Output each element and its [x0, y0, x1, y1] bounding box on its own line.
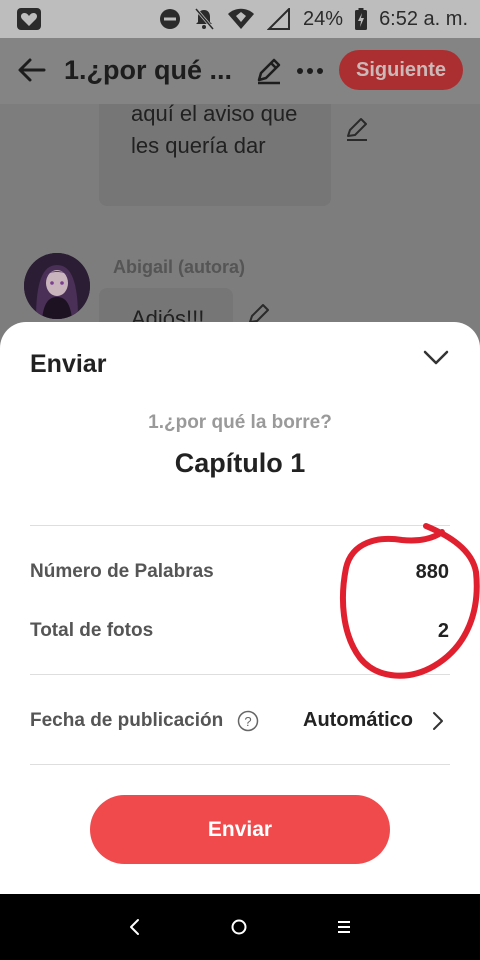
photos-value: 2 — [437, 620, 449, 642]
wifi-icon — [228, 8, 255, 29]
clock: 6:52 a. m. — [379, 7, 468, 30]
divider — [30, 674, 450, 675]
battery-percentage: 24% — [303, 7, 344, 30]
sheet-title: Enviar — [30, 350, 107, 378]
word-count-value: 880 — [415, 561, 449, 583]
chat-area: aquí el aviso que les quería dar Abigail… — [0, 104, 480, 334]
more-dots-icon[interactable] — [296, 66, 324, 76]
divider — [30, 525, 450, 526]
app-notification-icon — [17, 8, 41, 30]
message-text: aquí el aviso que les quería dar — [131, 104, 298, 158]
chapter-name: Capítulo 1 — [174, 448, 306, 478]
notifications-muted-icon — [194, 8, 215, 30]
svg-text:?: ? — [244, 714, 251, 729]
chevron-down-icon[interactable] — [420, 344, 452, 372]
battery-charging-icon — [355, 8, 368, 30]
pencil-icon[interactable] — [254, 55, 284, 85]
nav-home-icon[interactable] — [226, 914, 252, 940]
status-bar: 24% 6:52 a. m. — [0, 0, 480, 38]
chevron-right-icon[interactable] — [430, 710, 446, 732]
do-not-disturb-icon — [160, 9, 181, 29]
system-nav-bar — [0, 894, 480, 960]
avatar-image — [24, 253, 90, 319]
story-title: 1.¿por qué la borre? — [148, 412, 332, 433]
nav-back-icon[interactable] — [122, 914, 148, 940]
publication-date-value[interactable]: Automático — [303, 709, 413, 732]
cell-signal-icon — [267, 8, 291, 30]
publication-date-label: Fecha de publicación — [30, 710, 224, 731]
editor-header: 1.¿por qué ... Siguiente — [0, 38, 480, 104]
red-circle-annotation — [339, 523, 480, 679]
word-count-label: Número de Palabras — [30, 561, 214, 582]
author-name: Abigail (autora) — [113, 257, 246, 277]
publish-sheet: Enviar 1.¿por qué la borre? Capítulo 1 N… — [0, 322, 480, 894]
back-arrow-icon[interactable] — [16, 54, 48, 86]
chapter-title: 1.¿por qué ... — [64, 55, 233, 85]
send-button[interactable]: Enviar — [90, 795, 390, 864]
photos-label: Total de fotos — [30, 620, 154, 641]
next-button[interactable]: Siguiente — [339, 50, 463, 90]
help-circle-icon[interactable]: ? — [237, 710, 259, 732]
author-avatar[interactable] — [24, 253, 90, 319]
nav-recents-icon[interactable] — [331, 914, 357, 940]
edit-message-icon[interactable] — [344, 116, 370, 142]
divider — [30, 764, 450, 765]
